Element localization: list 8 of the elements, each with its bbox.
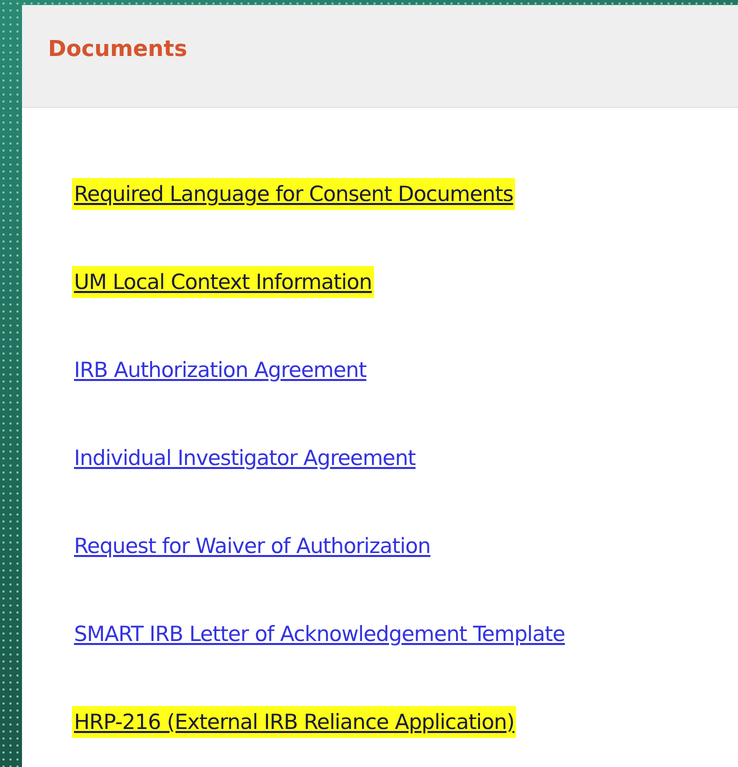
document-link[interactable]: Required Language for Consent Documents [72,178,516,210]
document-link[interactable]: Request for Waiver of Authorization [72,530,432,562]
panel-title: Documents [48,36,188,62]
document-link[interactable]: Individual Investigator Agreement [72,442,418,474]
document-link[interactable]: HRP-216 (External IRB Reliance Application) [72,706,516,738]
document-link[interactable]: UM Local Context Information [72,266,374,298]
document-link[interactable]: IRB Authorization Agreement [72,354,368,386]
document-link[interactable]: SMART IRB Letter of Acknowledgement Template [72,618,567,650]
